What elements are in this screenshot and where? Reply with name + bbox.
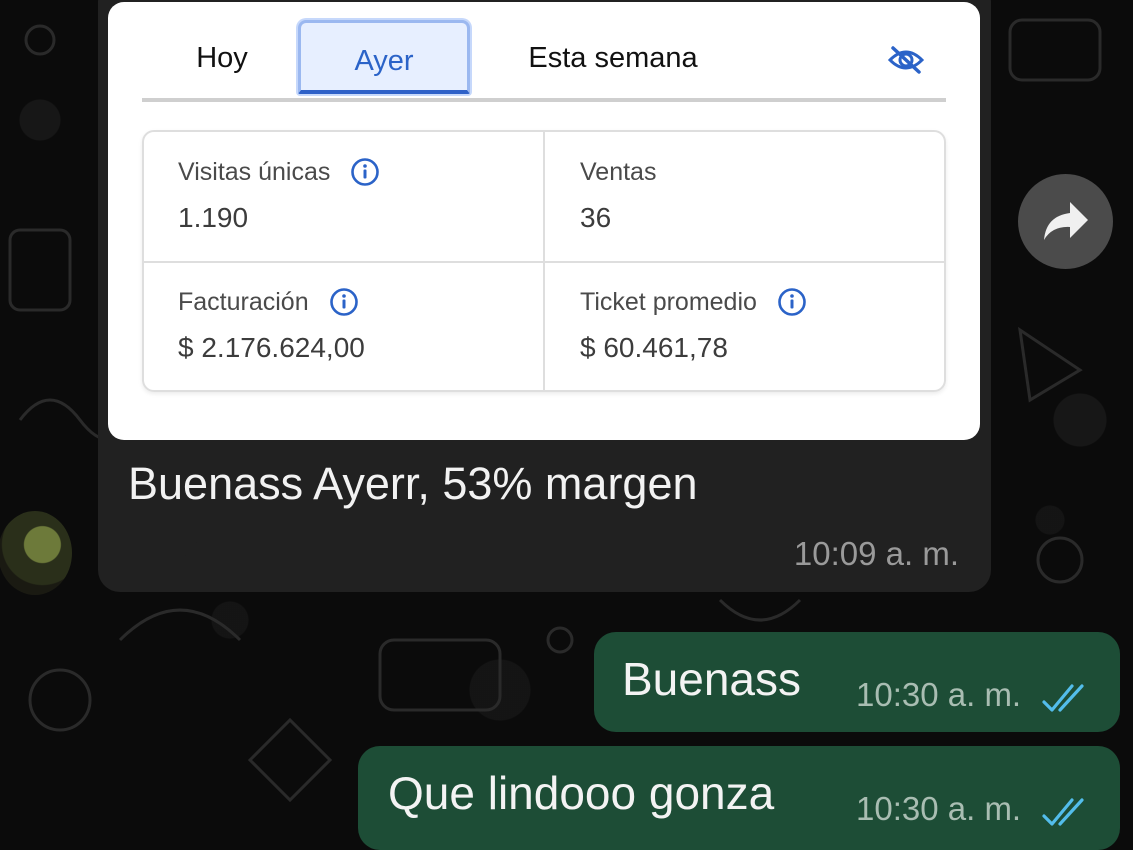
double-check-icon xyxy=(1042,798,1084,826)
outgoing-message-bubble[interactable]: Que lindooo gonza 10:30 a. m. xyxy=(358,746,1120,850)
tab-esta-semana[interactable]: Esta semana xyxy=(508,20,718,96)
message-timestamp: 10:30 a. m. xyxy=(856,676,1022,713)
incoming-message-text: Buenass Ayerr, 53% margen xyxy=(128,458,698,509)
period-tabs: Hoy Ayer Esta semana xyxy=(142,2,946,102)
metric-label: Facturación xyxy=(178,288,309,316)
tab-ayer[interactable]: Ayer xyxy=(298,20,470,94)
message-timestamp: 10:30 a. m. xyxy=(856,790,1022,827)
metric-label: Ventas xyxy=(580,158,657,186)
bubble-tail xyxy=(180,536,202,562)
outgoing-message-text: Buenass xyxy=(622,653,802,705)
metric-value: $ 2.176.624,00 xyxy=(178,332,365,363)
forward-arrow-icon xyxy=(1044,202,1088,240)
metric-ventas: Ventas 36 xyxy=(580,152,940,234)
info-icon[interactable] xyxy=(350,157,380,187)
info-icon[interactable] xyxy=(777,287,807,317)
forward-button[interactable] xyxy=(1018,174,1113,269)
metric-ticket-promedio: Ticket promedio $ 60.461,78 xyxy=(580,282,940,364)
outgoing-message-text: Que lindooo gonza xyxy=(388,767,775,819)
outgoing-message-bubble[interactable]: Buenass 10:30 a. m. xyxy=(594,632,1120,732)
metric-visitas-unicas: Visitas únicas 1.190 xyxy=(178,152,538,234)
metric-value: $ 60.461,78 xyxy=(580,332,728,363)
eye-off-icon[interactable] xyxy=(886,40,926,80)
metric-value: 36 xyxy=(580,202,612,233)
double-check-icon xyxy=(1042,684,1084,712)
metric-label: Ticket promedio xyxy=(580,288,757,316)
metric-value: 1.190 xyxy=(178,202,249,233)
metrics-grid: Visitas únicas 1.190 Ventas 36 Facturaci… xyxy=(142,130,946,392)
incoming-message-bubble[interactable]: Hoy Ayer Esta semana Visitas únicas 1.19… xyxy=(98,0,991,592)
tab-hoy[interactable]: Hoy xyxy=(182,20,262,96)
metric-facturacion: Facturación $ 2.176.624,00 xyxy=(178,282,538,364)
contact-avatar[interactable] xyxy=(0,511,72,595)
info-icon[interactable] xyxy=(329,287,359,317)
row-divider xyxy=(144,261,944,263)
shared-stats-card[interactable]: Hoy Ayer Esta semana Visitas únicas 1.19… xyxy=(108,2,980,440)
metric-label: Visitas únicas xyxy=(178,158,331,186)
message-timestamp: 10:09 a. m. xyxy=(793,535,959,572)
